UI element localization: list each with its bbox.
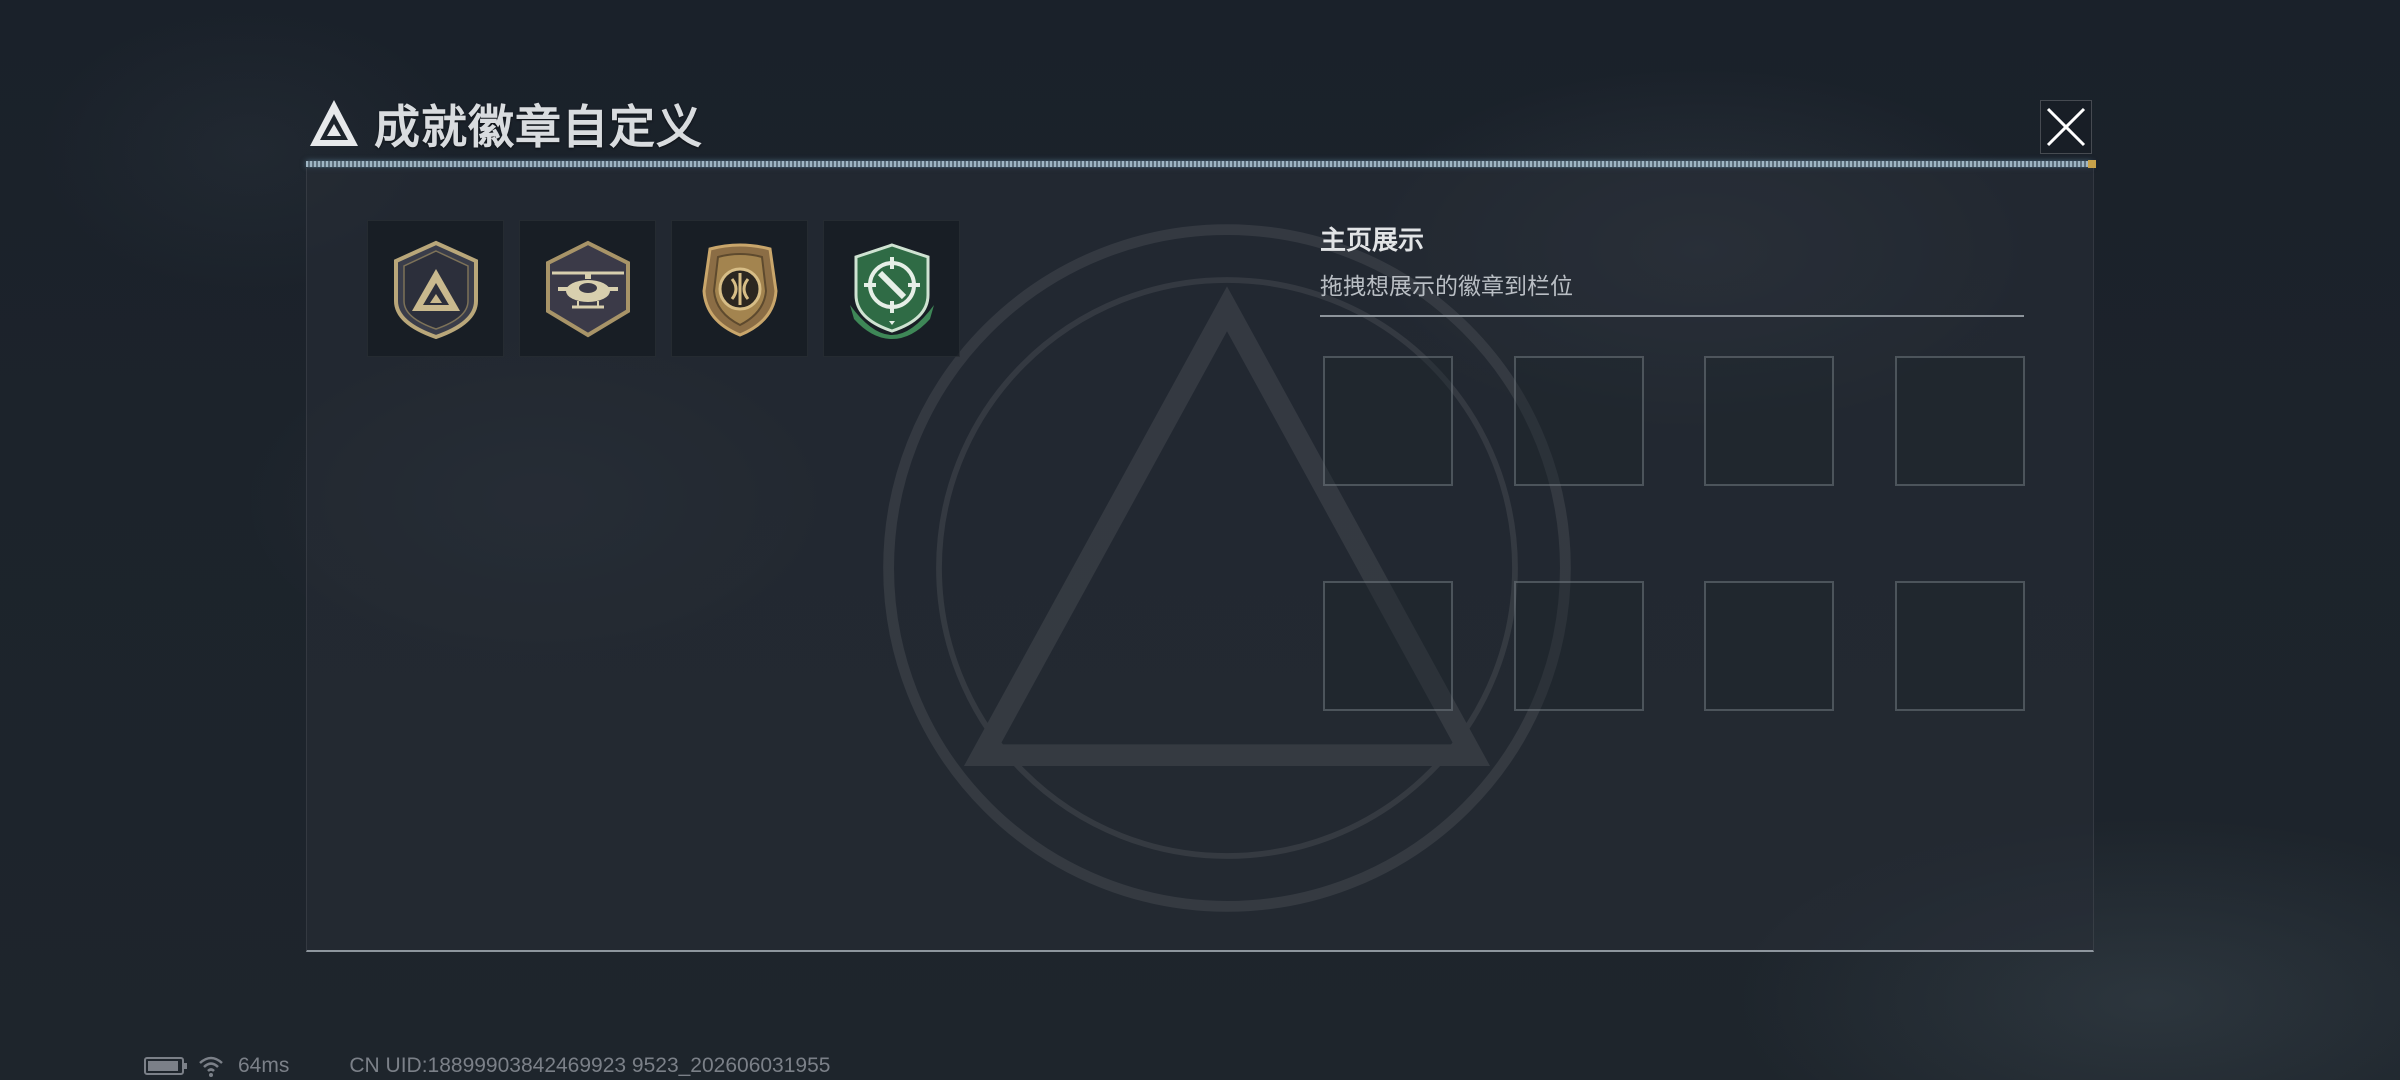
- badge-panel: 主页展示 拖拽想展示的徽章到栏位: [306, 168, 2094, 952]
- display-divider: [1320, 315, 2024, 317]
- display-slot[interactable]: [1323, 581, 1453, 711]
- homepage-display-section: 主页展示 拖拽想展示的徽章到栏位: [1320, 220, 2024, 317]
- display-slot[interactable]: [1895, 581, 2025, 711]
- display-slot[interactable]: [1704, 581, 1834, 711]
- user-uid: CN UID:18899903842469923 9523_2026060319…: [349, 1054, 831, 1077]
- badge-tile[interactable]: [671, 220, 808, 357]
- status-bar: 64ms CN UID:18899903842469923 9523_20260…: [144, 1054, 830, 1078]
- green-crosshair-badge-icon: [849, 242, 934, 339]
- close-icon: [2046, 107, 2086, 147]
- display-slot[interactable]: [1514, 581, 1644, 711]
- battery-icon: [144, 1057, 187, 1075]
- display-title: 主页展示: [1320, 225, 1425, 255]
- header-divider: [306, 160, 2096, 168]
- badge-tile[interactable]: [519, 220, 656, 357]
- badge-tile[interactable]: [823, 220, 960, 357]
- display-slot[interactable]: [1704, 356, 1834, 486]
- dialog-header: 成就徽章自定义: [306, 92, 703, 156]
- close-button[interactable]: [2040, 100, 2092, 154]
- badge-tile[interactable]: [367, 220, 504, 357]
- wifi-icon: [199, 1056, 223, 1077]
- display-slot[interactable]: [1895, 356, 2025, 486]
- helicopter-badge-icon: [545, 240, 630, 337]
- achievement-logo-icon: [310, 100, 358, 146]
- display-slot[interactable]: [1514, 356, 1644, 486]
- bronze-shield-badge-icon: [701, 243, 778, 337]
- ping-value: 64ms: [238, 1054, 290, 1077]
- display-slot[interactable]: [1323, 356, 1453, 486]
- dialog-title: 成就徽章自定义: [374, 101, 703, 153]
- badge-inventory: [367, 220, 960, 357]
- triangle-emblem-badge-icon: [393, 240, 478, 339]
- display-subtitle: 拖拽想展示的徽章到栏位: [1320, 273, 1573, 299]
